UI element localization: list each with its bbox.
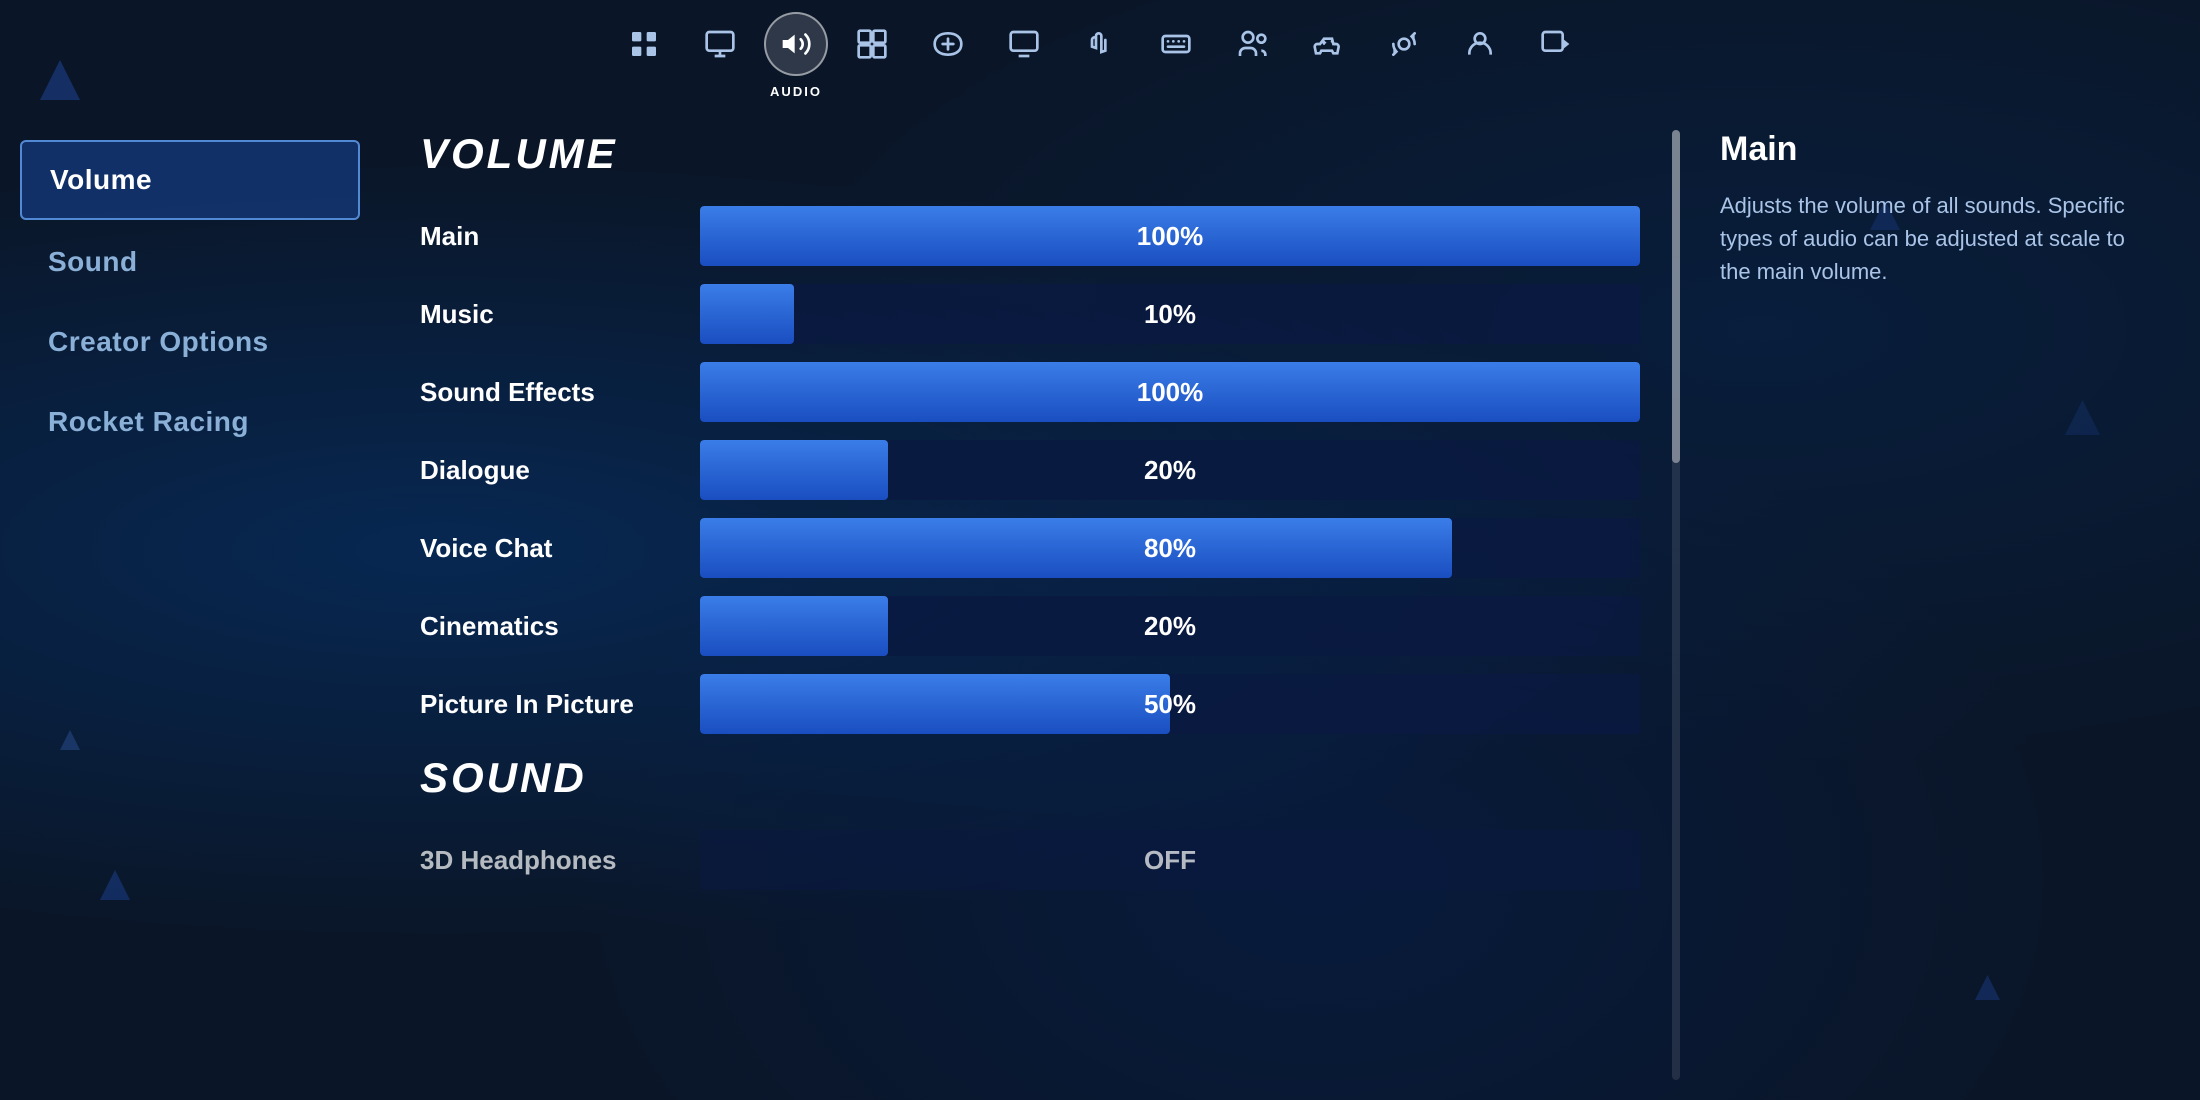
volume-label-picture-in-picture: Picture In Picture [420,689,700,720]
slider-value-main: 100% [700,206,1640,266]
volume-label-3d-headphones: 3D Headphones [420,845,700,876]
nav-tab-accessibility[interactable] [1372,12,1436,76]
volume-row-cinematics: Cinematics 20% [420,596,1640,656]
sidebar-item-rocket-racing[interactable]: Rocket Racing [20,384,360,460]
nav-tab-audio[interactable]: AUDIO [764,12,828,76]
volume-row-main: Main 100% [420,206,1640,266]
slider-value-dialogue: 20% [700,440,1640,500]
nav-tab-display[interactable] [688,12,752,76]
slider-value-sound-effects: 100% [700,362,1640,422]
nav-tab-social[interactable] [1220,12,1284,76]
nav-icons-row: AUDIO [612,12,1588,76]
nav-tab-touch[interactable] [1068,12,1132,76]
volume-label-music: Music [420,299,700,330]
nav-tab-hud[interactable] [840,12,904,76]
nav-tab-broadcast[interactable] [992,12,1056,76]
slider-dialogue[interactable]: 20% [700,440,1640,500]
slider-value-cinematics: 20% [700,596,1640,656]
slider-music[interactable]: 10% [700,284,1640,344]
slider-cinematics[interactable]: 20% [700,596,1640,656]
nav-tab-keyboard[interactable] [1144,12,1208,76]
slider-voice-chat[interactable]: 80% [700,518,1640,578]
nav-tab-notifications[interactable] [612,12,676,76]
volume-row-sound-effects: Sound Effects 100% [420,362,1640,422]
volume-row-voice-chat: Voice Chat 80% [420,518,1640,578]
volume-row-music: Music 10% [420,284,1640,344]
slider-picture-in-picture[interactable]: 50% [700,674,1640,734]
volume-row-dialogue: Dialogue 20% [420,440,1640,500]
top-nav: AUDIO [0,0,2200,110]
volume-label-voice-chat: Voice Chat [420,533,700,564]
scroll-track[interactable] [1672,130,1680,1080]
volume-label-dialogue: Dialogue [420,455,700,486]
slider-value-picture-in-picture: 50% [700,674,1640,734]
slider-value-music: 10% [700,284,1640,344]
volume-label-sound-effects: Sound Effects [420,377,700,408]
sidebar-item-creator-options[interactable]: Creator Options [20,304,360,380]
sidebar-item-sound[interactable]: Sound [20,224,360,300]
nav-tab-replay[interactable] [1524,12,1588,76]
volume-label-cinematics: Cinematics [420,611,700,642]
nav-active-label: AUDIO [770,84,822,99]
main-content: Volume Sound Creator Options Rocket Raci… [0,110,2200,1100]
slider-value-voice-chat: 80% [700,518,1640,578]
volume-row-picture-in-picture: Picture In Picture 50% [420,674,1640,734]
center-scroll-area: VOLUME Main 100% Music 10% Sound Effects… [380,110,1680,1100]
right-info-panel: Main Adjusts the volume of all sounds. S… [1680,110,2200,1100]
sidebar-item-volume[interactable]: Volume [20,140,360,220]
nav-tab-controller[interactable] [1296,12,1360,76]
slider-main[interactable]: 100% [700,206,1640,266]
nav-tab-account[interactable] [1448,12,1512,76]
slider-value-3d-headphones: OFF [700,830,1640,890]
volume-row-3d-headphones: 3D Headphones OFF [420,830,1640,890]
slider-3d-headphones[interactable]: OFF [700,830,1640,890]
sidebar: Volume Sound Creator Options Rocket Raci… [0,110,380,1100]
nav-tab-game[interactable] [916,12,980,76]
volume-label-main: Main [420,221,700,252]
sound-section-title: SOUND [420,754,1640,802]
scroll-thumb [1672,130,1680,463]
right-panel-title: Main [1720,130,2160,169]
right-panel-description: Adjusts the volume of all sounds. Specif… [1720,189,2160,288]
volume-section-title: VOLUME [420,130,1640,178]
slider-sound-effects[interactable]: 100% [700,362,1640,422]
